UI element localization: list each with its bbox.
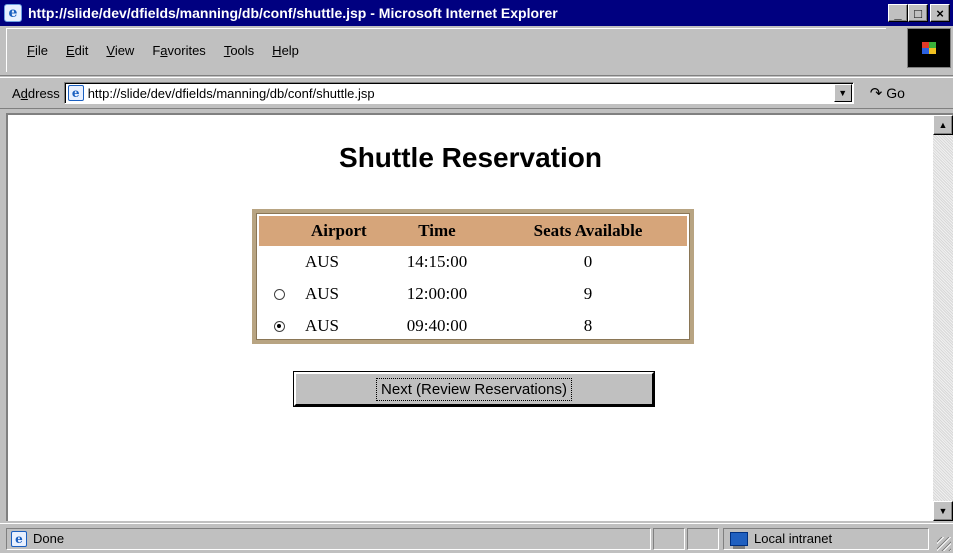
menu-favorites-accel: a [160, 43, 168, 58]
row-radio-cell [259, 288, 299, 300]
page-title: Shuttle Reservation [339, 142, 602, 173]
close-button[interactable]: × [930, 4, 950, 22]
menu-tools[interactable]: Tools [215, 43, 263, 58]
radio-button-selected[interactable] [273, 320, 285, 332]
header-time: Time [418, 221, 456, 240]
row-seats: 9 [583, 284, 593, 303]
row-seats: 0 [583, 252, 593, 271]
menu-view-accel: V [106, 43, 115, 58]
menu-tools-rest: ools [230, 43, 255, 58]
next-button-label: Next (Review Reservations) [376, 377, 572, 401]
browser-window: e http://slide/dev/dfields/manning/db/co… [0, 0, 953, 553]
status-main-panel: e Done [6, 527, 651, 550]
status-text: Done [33, 531, 65, 546]
address-label-rest: dress [27, 85, 60, 101]
menu-file[interactable]: File [7, 43, 57, 58]
window-controls: _ □ × [888, 4, 950, 22]
windows-logo-icon [922, 42, 936, 54]
row-time: 09:40:00 [406, 316, 468, 335]
table-row: AUS 09:40:00 8 [259, 310, 687, 342]
ie-logo-icon[interactable]: e [4, 4, 22, 22]
page-done-icon: e [11, 530, 27, 547]
scroll-down-button[interactable]: ▼ [933, 501, 953, 521]
vertical-scrollbar[interactable]: ▲ ▼ [933, 115, 953, 521]
row-airport: AUS [305, 284, 340, 303]
menu-favorites-rest: vorites [167, 43, 206, 58]
table-row: AUS 14:15:00 0 [259, 246, 687, 278]
menu-row: File Edit View Favorites Tools Help [6, 28, 886, 72]
menu-view[interactable]: View [97, 43, 143, 58]
menu-edit-accel: E [65, 43, 75, 58]
scroll-up-button[interactable]: ▲ [933, 115, 953, 135]
status-panel [653, 527, 685, 550]
menu-edit-rest: dit [74, 43, 89, 58]
windows-logo-throbber [907, 28, 951, 68]
address-bar: Address e http://slide/dev/dfields/manni… [0, 77, 953, 109]
row-airport: AUS [305, 316, 340, 335]
row-time: 12:00:00 [406, 284, 468, 303]
row-time: 14:15:00 [406, 252, 468, 271]
status-panel [687, 527, 719, 550]
menu-file-rest: ile [34, 43, 48, 58]
zone-label: Local intranet [754, 531, 833, 546]
menu-help[interactable]: Help [263, 43, 308, 58]
table-header: Airport Time Seats Available [259, 216, 687, 246]
page-content: Shuttle Reservation Airport Time Seats A… [6, 113, 953, 521]
security-zone-panel: Local intranet [723, 527, 929, 550]
menu-edit[interactable]: Edit [57, 43, 97, 58]
menu-bar: File Edit View Favorites Tools Help [0, 26, 953, 76]
address-dropdown-button[interactable]: ▼ [833, 84, 852, 102]
title-bar[interactable]: e http://slide/dev/dfields/manning/db/co… [0, 0, 953, 26]
next-review-reservations-button[interactable]: Next (Review Reservations) [294, 372, 654, 406]
go-label: Go [886, 85, 905, 101]
table-row: AUS 12:00:00 9 [259, 278, 687, 310]
header-seats: Seats Available [533, 221, 643, 240]
menu-view-rest: iew [114, 43, 135, 58]
maximize-button[interactable]: □ [908, 4, 928, 22]
address-label: Address [12, 86, 60, 101]
row-radio-cell [259, 320, 299, 332]
address-input[interactable]: e http://slide/dev/dfields/manning/db/co… [63, 82, 854, 104]
status-bar: e Done Local intranet [0, 523, 953, 553]
reservation-table: Airport Time Seats Available AUS 14:15:0… [252, 209, 694, 344]
row-seats: 8 [583, 316, 593, 335]
row-airport: AUS [305, 252, 340, 271]
menu-help-accel: H [272, 43, 282, 58]
go-arrow-icon: ↷ [869, 85, 883, 102]
resize-grip-icon[interactable] [937, 537, 951, 551]
window-title: http://slide/dev/dfields/manning/db/conf… [28, 5, 558, 21]
minimize-button[interactable]: _ [888, 4, 908, 22]
address-label-accel: d [20, 85, 28, 101]
page-icon: e [67, 85, 84, 101]
menu-favorites[interactable]: Favorites [143, 43, 214, 58]
menu-file-accel: F [27, 43, 35, 58]
menu-help-rest: elp [281, 43, 299, 58]
intranet-computer-icon [730, 531, 748, 549]
radio-button[interactable] [273, 288, 285, 300]
header-airport: Airport [311, 221, 367, 240]
go-button[interactable]: ↷ Go [870, 84, 905, 102]
address-label-pre: A [12, 85, 21, 101]
address-value: http://slide/dev/dfields/manning/db/conf… [87, 85, 375, 101]
